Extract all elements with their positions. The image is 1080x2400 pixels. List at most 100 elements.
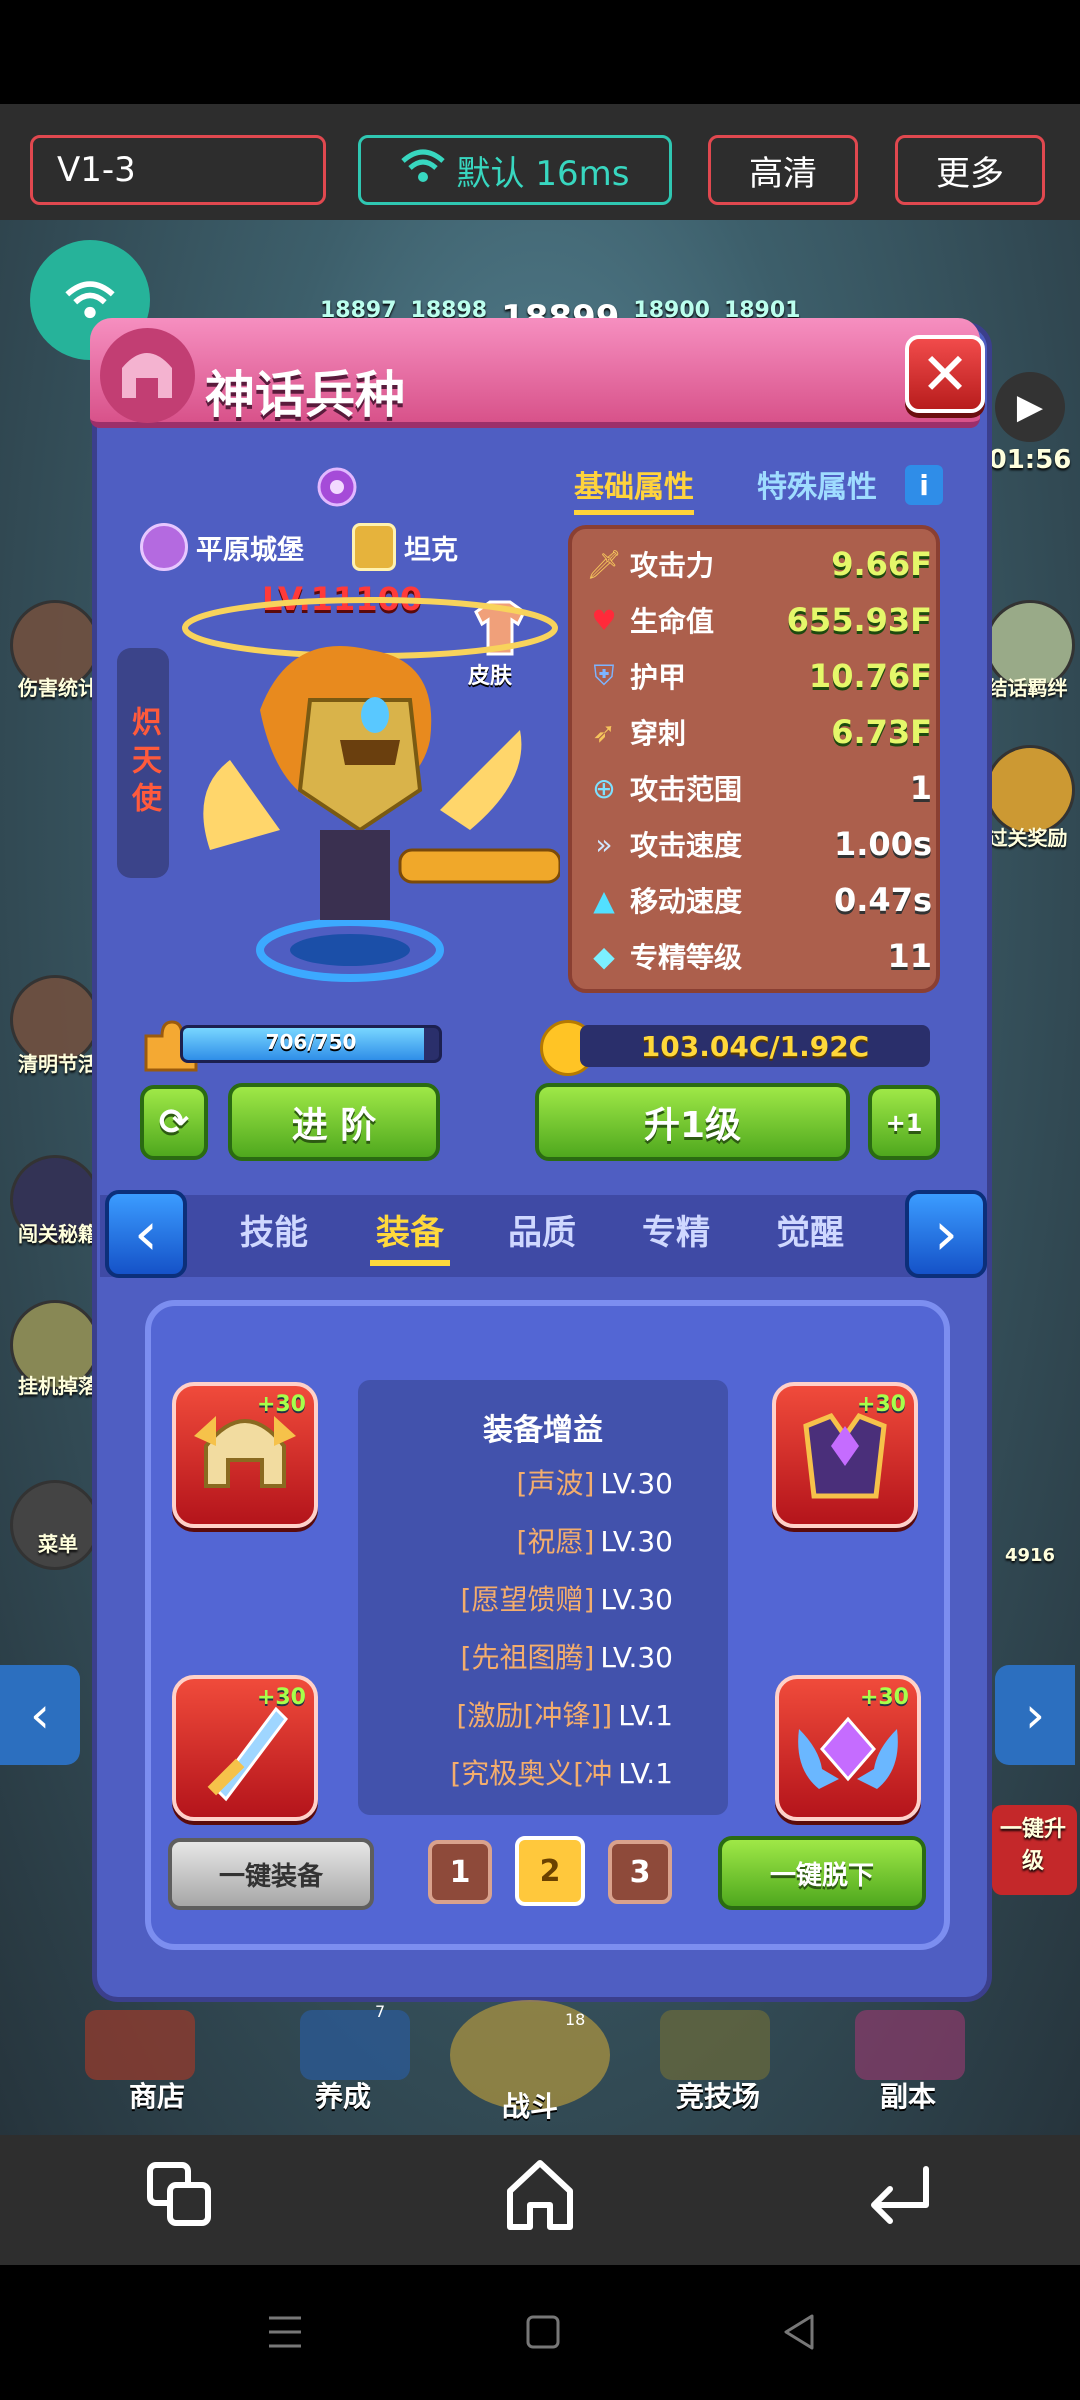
bonus-row: [先祖图腾] LV.30 — [358, 1636, 728, 1676]
stat-row: ➶ 穿刺 6.73F — [586, 707, 932, 757]
tab-skills[interactable]: 技能 — [240, 1205, 308, 1254]
nav-battle[interactable]: 战斗 — [460, 2085, 600, 2125]
bonus-name: [究极奥义[冲 — [450, 1757, 613, 1790]
info-icon[interactable]: i — [905, 465, 943, 505]
panel-title: 神话兵种 — [205, 366, 405, 424]
close-button[interactable]: ✕ — [905, 335, 985, 413]
bonus-row: [声波] LV.30 — [358, 1462, 728, 1502]
tab-equipment[interactable]: 装备 — [370, 1205, 450, 1266]
stat-label: 专精等级 — [630, 941, 743, 974]
page-button-2[interactable]: 2 — [515, 1836, 585, 1906]
swap-button[interactable]: ⟳ — [140, 1085, 208, 1160]
square-icon[interactable] — [523, 2312, 563, 2352]
stat-value: 9.66F — [831, 545, 932, 583]
stat-label: 护甲 — [630, 661, 687, 694]
arena-icon[interactable] — [660, 2010, 770, 2080]
nav-develop[interactable]: 养成 — [273, 2075, 413, 2115]
equip-slot-helmet[interactable]: +30 — [172, 1382, 318, 1528]
bonus-level: LV.30 — [600, 1525, 673, 1558]
pierce-icon: ➶ — [592, 715, 616, 749]
version-button[interactable]: V1-3 — [30, 135, 326, 205]
bonus-row: [愿望馈赠] LV.30 — [358, 1578, 728, 1618]
stat-value: 655.93F — [786, 601, 932, 639]
quality-button[interactable]: 高清 — [708, 135, 858, 205]
advance-button[interactable]: 进 阶 — [228, 1083, 440, 1161]
unequip-all-button[interactable]: 一键脱下 — [718, 1836, 926, 1910]
equip-slot-armor[interactable]: +30 — [772, 1382, 918, 1528]
sword-icon: 🗡 — [586, 547, 622, 581]
shard-progress-text: 706/750 — [265, 1030, 357, 1054]
battle-badge: 18 — [565, 2010, 586, 2029]
bonus-row: [究极奥义[冲 LV.1 — [358, 1752, 728, 1792]
more-button[interactable]: 更多 — [895, 135, 1045, 205]
nav-shop[interactable]: 商店 — [87, 2075, 227, 2115]
equip-slot-accessory[interactable]: +30 — [775, 1675, 921, 1821]
tab-mastery[interactable]: 专精 — [642, 1205, 710, 1254]
equipment-bonus-list: [声波] LV.30 [祝愿] LV.30 [愿望馈赠] LV.30 [先祖图腾] LV.30… — [358, 1380, 728, 1815]
stat-row: ♥ 生命值 655.93F — [586, 595, 932, 645]
multitask-icon[interactable] — [140, 2155, 220, 2235]
stat-value: 10.76F — [808, 657, 932, 695]
upgrade-button[interactable]: 升1级 — [535, 1083, 850, 1161]
one-key-upgrade-button[interactable]: 一键升级 — [992, 1805, 1077, 1895]
stat-row: 🗡 攻击力 9.66F — [586, 539, 932, 589]
stat-label: 移动速度 — [630, 885, 743, 918]
stat-row: » 攻击速度 1.00s — [586, 819, 932, 869]
tab-quality[interactable]: 品质 — [508, 1205, 576, 1254]
role-tag: 坦克 — [352, 523, 458, 571]
stat-row: ◆ 专精等级 11 — [586, 931, 932, 981]
slot-level: +30 — [256, 1685, 306, 1710]
page-button-1[interactable]: 1 — [428, 1840, 492, 1904]
role-tag-label: 坦克 — [404, 534, 458, 566]
stat-value: 1.00s — [834, 825, 932, 863]
tab-special-attributes[interactable]: 特殊属性 — [757, 462, 877, 506]
stat-label: 攻击力 — [630, 549, 715, 582]
nav-dungeon[interactable]: 副本 — [838, 2075, 978, 2115]
network-label: 默认 16ms — [456, 153, 630, 194]
stat-label: 攻击速度 — [630, 829, 743, 862]
menu-lines-icon[interactable] — [265, 2312, 305, 2352]
gold-cost: 103.04C/1.92C — [580, 1025, 930, 1067]
play-icon[interactable]: ▶ — [995, 372, 1065, 442]
network-button[interactable]: 默认 16ms — [358, 135, 672, 205]
tab-next-button[interactable]: › — [905, 1190, 987, 1278]
bg-left-arrow[interactable]: ‹ — [0, 1665, 80, 1765]
mastery-icon: ◆ — [593, 939, 615, 973]
stat-row: ⊕ 攻击范围 1 — [586, 763, 932, 813]
nav-arena[interactable]: 竞技场 — [648, 2075, 788, 2115]
helmet-icon — [100, 328, 195, 423]
star-rank-icon — [312, 462, 362, 512]
equip-all-button[interactable]: 一键装备 — [168, 1838, 374, 1910]
shop-icon[interactable] — [85, 2010, 195, 2080]
wifi-icon — [65, 281, 115, 319]
tab-basic-attributes[interactable]: 基础属性 — [574, 462, 694, 515]
equip-slot-weapon[interactable]: +30 — [172, 1675, 318, 1821]
stat-label: 穿刺 — [630, 717, 687, 750]
bonus-row: [激励[冲锋]] LV.1 — [358, 1694, 728, 1734]
bonus-level: LV.1 — [618, 1699, 673, 1732]
range-icon: ⊕ — [592, 771, 616, 805]
bonus-level: LV.30 — [600, 1467, 673, 1500]
tab-prev-button[interactable]: ‹ — [105, 1190, 187, 1278]
bonus-level: LV.30 — [600, 1641, 673, 1674]
back-icon[interactable] — [860, 2155, 940, 2235]
bg-right-arrow[interactable]: › — [995, 1665, 1075, 1765]
boot-icon: ▲ — [593, 883, 615, 917]
castle-tag-label: 平原城堡 — [196, 534, 304, 566]
bonus-name: [愿望馈赠] — [460, 1583, 595, 1616]
plus-one-button[interactable]: +1 — [868, 1085, 940, 1160]
stats-box: 🗡 攻击力 9.66F ♥ 生命值 655.93F ⛨ 护甲 10.76F ➶ 穿刺 6.73F ⊕ 攻击… — [568, 525, 940, 993]
hero-name: 炽天使 — [117, 648, 169, 878]
bonus-level: LV.1 — [618, 1757, 673, 1790]
hero-portrait — [170, 590, 562, 1000]
castle-icon — [140, 523, 188, 571]
stat-value: 0.47s — [834, 881, 932, 919]
page-button-3[interactable]: 3 — [608, 1840, 672, 1904]
dungeon-icon[interactable] — [855, 2010, 965, 2080]
stat-row: ⛨ 护甲 10.76F — [586, 651, 932, 701]
timer-label: 01:56 — [988, 445, 1072, 475]
home-icon[interactable] — [500, 2155, 580, 2235]
triangle-back-icon[interactable] — [780, 2312, 820, 2352]
develop-icon[interactable] — [300, 2010, 410, 2080]
tab-awakening[interactable]: 觉醒 — [776, 1205, 844, 1254]
